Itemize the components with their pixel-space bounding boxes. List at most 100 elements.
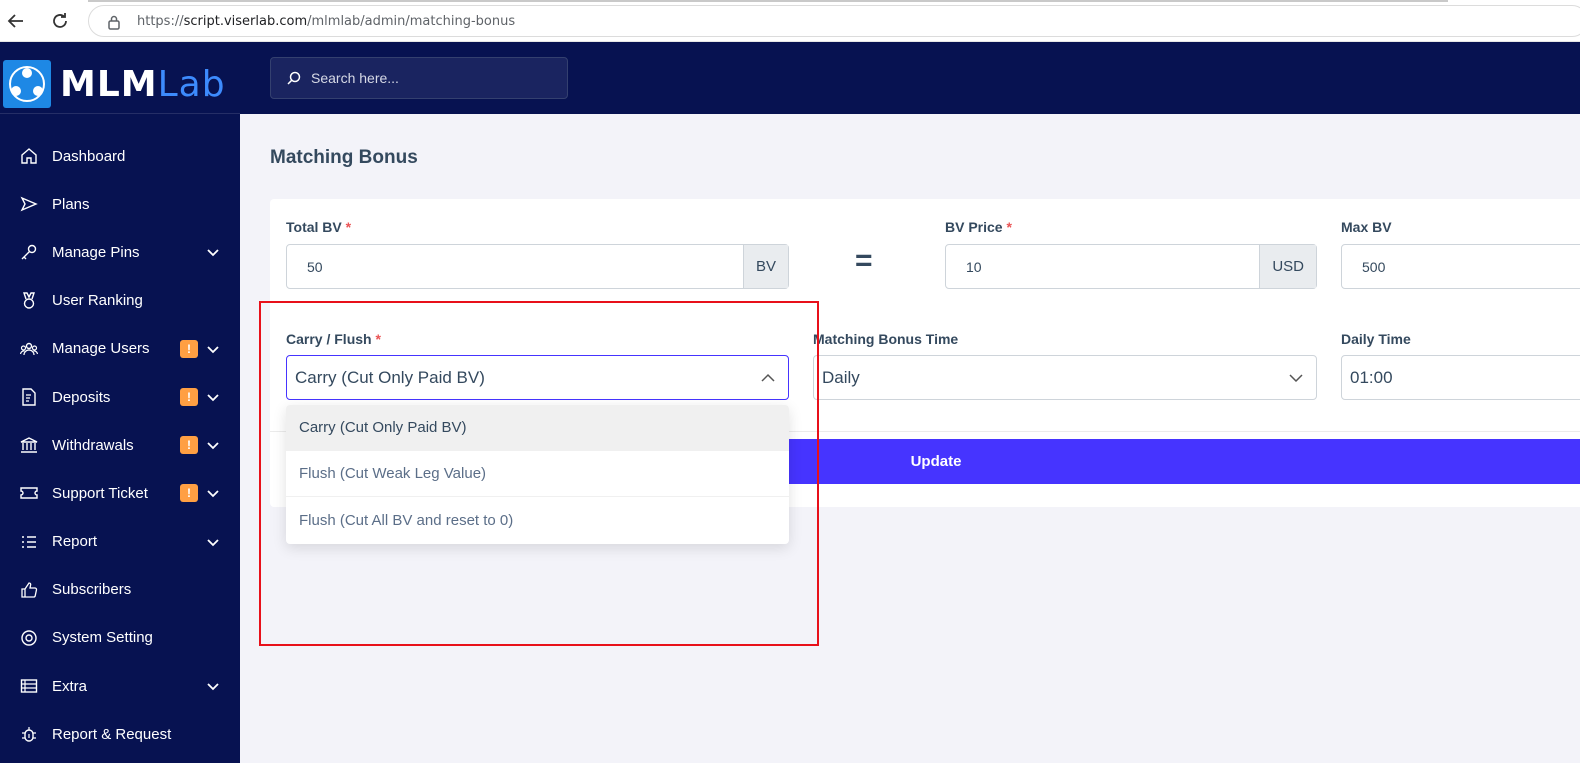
equals-sign: = (855, 244, 873, 277)
file-dollar-icon (20, 388, 38, 406)
chevron-down-icon (206, 390, 220, 404)
brand-logo[interactable]: MLMLab (0, 42, 240, 114)
url-scheme: https:// (137, 14, 184, 29)
page-title: Matching Bonus (270, 147, 418, 168)
warning-badge: ! (180, 484, 198, 503)
users-network-icon (3, 60, 51, 108)
carry-flush-label: Carry / Flush * (286, 331, 381, 347)
dropdown-option[interactable]: Carry (Cut Only Paid BV) (286, 405, 789, 451)
sidebar-item-label: User Ranking (52, 292, 143, 310)
sidebar-item-label: Manage Users (52, 340, 150, 358)
total-bv-group: BV (286, 244, 789, 289)
dropdown-option[interactable]: Flush (Cut Weak Leg Value) (286, 451, 789, 497)
matching-time-select[interactable]: Daily (813, 355, 1317, 400)
sidebar-item-manage-pins[interactable]: Manage Pins (0, 228, 240, 276)
url-text: https://script.viserlab.com/mlmlab/admin… (137, 14, 515, 29)
sidebar-item-withdrawals[interactable]: Withdrawals ! (0, 421, 240, 469)
send-icon (20, 195, 38, 213)
sidebar-item-label: Support Ticket (52, 484, 148, 502)
max-bv-input[interactable] (1342, 245, 1580, 288)
matching-time-label: Matching Bonus Time (813, 331, 959, 347)
chevron-down-icon (206, 245, 220, 259)
sidebar-item-manage-users[interactable]: Manage Users ! (0, 325, 240, 373)
reload-icon[interactable] (50, 11, 70, 31)
sidebar-item-deposits[interactable]: Deposits ! (0, 373, 240, 421)
warning-badge: ! (180, 388, 198, 407)
carry-flush-dropdown: Carry (Cut Only Paid BV) Flush (Cut Weak… (286, 405, 789, 544)
sidebar-item-label: Dashboard (52, 147, 126, 165)
brand-name-accent: Lab (157, 64, 226, 105)
sidebar-menu: Dashboard Plans Manage Pins User Ranking… (0, 132, 240, 758)
key-icon (20, 243, 38, 261)
sidebar-item-label: Plans (52, 195, 90, 213)
search-icon (287, 71, 301, 85)
sidebar-item-label: Extra (52, 677, 88, 695)
dropdown-option[interactable]: Flush (Cut All BV and reset to 0) (286, 497, 789, 543)
carry-flush-select[interactable]: Carry (Cut Only Paid BV) (286, 355, 789, 400)
sidebar-item-report[interactable]: Report (0, 518, 240, 566)
bv-price-group: USD (945, 244, 1317, 289)
chevron-down-icon (206, 679, 220, 693)
matching-time-selected: Daily (822, 367, 860, 387)
lock-icon (107, 14, 121, 30)
required-marker: * (375, 331, 381, 347)
server-icon (20, 677, 38, 695)
sidebar-item-label: Deposits (52, 388, 111, 406)
bv-price-addon: USD (1259, 245, 1316, 288)
brand-name: MLMLab (60, 64, 226, 105)
daily-time-input[interactable]: 01:00 (1341, 355, 1580, 400)
medal-icon (20, 291, 38, 310)
ticket-icon (20, 484, 38, 502)
bv-price-label-text: BV Price (945, 219, 1003, 235)
chevron-up-icon (760, 370, 776, 386)
arrow-left-icon[interactable] (6, 11, 26, 31)
daily-time-label: Daily Time (1341, 331, 1411, 347)
sidebar-item-subscribers[interactable]: Subscribers (0, 566, 240, 614)
bank-icon (20, 436, 38, 454)
top-navbar (240, 42, 1580, 114)
sidebar-item-support-ticket[interactable]: Support Ticket ! (0, 469, 240, 517)
loading-indicator (88, 0, 1448, 2)
daily-time-value: 01:00 (1350, 367, 1393, 387)
sidebar-item-label: Report & Request (52, 725, 172, 743)
total-bv-label-text: Total BV (286, 219, 342, 235)
sidebar-item-report-request[interactable]: Report & Request (0, 710, 240, 758)
chevron-down-icon (1288, 370, 1304, 386)
home-icon (20, 147, 38, 165)
sidebar-item-system-setting[interactable]: System Setting (0, 614, 240, 662)
chevron-down-icon (206, 342, 220, 356)
total-bv-label: Total BV * (286, 219, 351, 235)
search-input[interactable] (311, 58, 561, 98)
carry-flush-selected: Carry (Cut Only Paid BV) (295, 367, 485, 387)
sidebar-item-label: Subscribers (52, 581, 132, 599)
required-marker: * (345, 219, 352, 235)
bv-price-input[interactable] (946, 245, 1260, 288)
sidebar-item-label: Report (52, 533, 98, 551)
sidebar-item-dashboard[interactable]: Dashboard (0, 132, 240, 180)
total-bv-input[interactable] (287, 245, 743, 288)
brand-name-main: MLM (60, 64, 158, 105)
users-icon (20, 340, 38, 358)
sidebar-item-label: Withdrawals (52, 436, 134, 454)
search-box[interactable] (270, 57, 568, 99)
sidebar: MLMLab Dashboard Plans Manage Pins User … (0, 42, 240, 763)
url-path: /mlmlab/admin/matching-bonus (307, 14, 516, 29)
sidebar-item-plans[interactable]: Plans (0, 180, 240, 228)
chevron-down-icon (206, 486, 220, 500)
sidebar-item-user-ranking[interactable]: User Ranking (0, 277, 240, 325)
address-bar[interactable]: https://script.viserlab.com/mlmlab/admin… (88, 5, 1580, 37)
warning-badge: ! (180, 339, 198, 358)
max-bv-label: Max BV (1341, 219, 1392, 235)
carry-flush-label-text: Carry / Flush (286, 331, 372, 347)
thumbs-up-icon (20, 581, 38, 599)
sidebar-item-extra[interactable]: Extra (0, 662, 240, 710)
chevron-down-icon (206, 535, 220, 549)
url-host: script.viserlab.com (183, 14, 308, 29)
chevron-down-icon (206, 438, 220, 452)
browser-toolbar: https://script.viserlab.com/mlmlab/admin… (0, 0, 1580, 42)
required-marker: * (1006, 219, 1012, 235)
bug-icon (20, 725, 38, 743)
sidebar-item-label: Manage Pins (52, 243, 140, 261)
total-bv-addon: BV (742, 245, 788, 288)
list-icon (20, 533, 38, 551)
